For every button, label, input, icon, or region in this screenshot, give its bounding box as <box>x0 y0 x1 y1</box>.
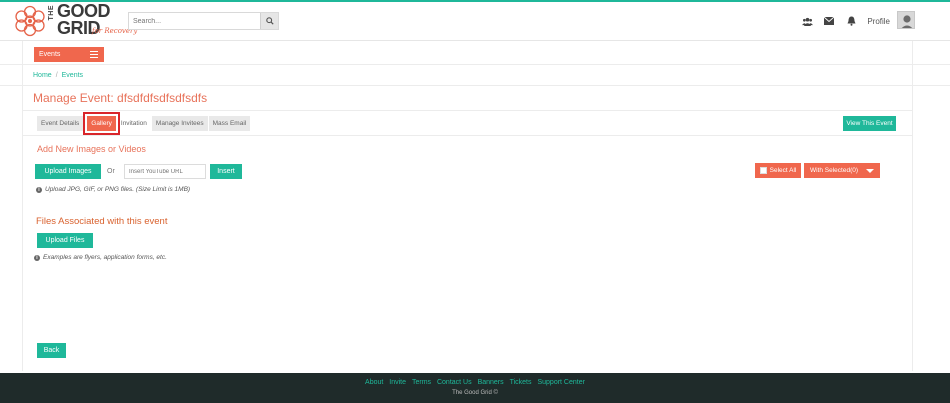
divider <box>23 110 912 111</box>
right-border <box>912 41 913 371</box>
insert-button[interactable]: Insert <box>210 164 242 179</box>
hamburger-icon <box>90 51 98 58</box>
tab-mass-email[interactable]: Mass Email <box>208 116 251 131</box>
footer-link-support[interactable]: Support Center <box>537 379 584 386</box>
footer-links: About Invite Terms Contact Us Banners Ti… <box>0 379 950 386</box>
event-tabs: Event Details Gallery Invitation Manage … <box>37 112 251 135</box>
events-menu-button[interactable]: Events <box>34 47 104 62</box>
footer-link-invite[interactable]: Invite <box>389 379 406 386</box>
breadcrumb-events[interactable]: Events <box>62 72 83 79</box>
youtube-url-input[interactable] <box>124 164 206 179</box>
header-accent-bar <box>0 0 950 2</box>
site-logo[interactable]: THE GOOD GRID for Recovery <box>12 2 137 39</box>
info-icon: i <box>36 186 42 193</box>
tab-invitation[interactable]: Invitation <box>119 116 151 131</box>
users-icon[interactable] <box>801 15 813 27</box>
breadcrumb-row: Home / Events <box>0 66 950 86</box>
upload-images-button[interactable]: Upload Images <box>35 164 101 179</box>
footer-link-terms[interactable]: Terms <box>412 379 431 386</box>
page-title: Manage Event: dfsdfdfsdfsdfsdfs <box>33 91 208 105</box>
back-button[interactable]: Back <box>37 343 66 358</box>
search-icon <box>265 17 274 25</box>
upload-images-note: i Upload JPG, GIF, or PNG files. (Size L… <box>36 186 190 193</box>
tab-gallery[interactable]: Gallery <box>83 112 120 135</box>
info-icon: i <box>34 254 40 261</box>
section-nav-row: Events <box>0 41 950 65</box>
search-box <box>128 12 279 30</box>
select-all-label: Select All <box>769 167 797 174</box>
breadcrumb: Home / Events <box>33 72 83 79</box>
footer-link-about[interactable]: About <box>365 379 383 386</box>
upload-files-note-text: Examples are flyers, application forms, … <box>43 254 167 261</box>
bell-icon[interactable] <box>845 15 857 27</box>
divider <box>23 135 912 136</box>
header-actions: Profile <box>801 12 890 30</box>
caret-down-icon <box>866 168 875 173</box>
envelope-icon[interactable] <box>823 15 835 27</box>
footer-link-contact[interactable]: Contact Us <box>437 379 472 386</box>
upload-images-note-text: Upload JPG, GIF, or PNG files. (Size Lim… <box>45 186 191 193</box>
user-avatar-icon <box>901 15 913 28</box>
or-label: Or <box>107 168 115 175</box>
files-heading: Files Associated with this event <box>36 216 168 227</box>
logo-flower-icon <box>15 5 45 37</box>
search-input[interactable] <box>129 13 260 29</box>
events-menu-label: Events <box>39 51 61 58</box>
upload-files-button[interactable]: Upload Files <box>37 233 93 248</box>
search-button[interactable] <box>260 13 278 29</box>
upload-files-note: i Examples are flyers, application forms… <box>34 254 167 261</box>
tab-event-details[interactable]: Event Details <box>37 116 84 131</box>
left-border <box>22 41 23 371</box>
footer: About Invite Terms Contact Us Banners Ti… <box>0 373 950 403</box>
with-selected-dropdown[interactable]: With Selected(0) <box>804 163 880 178</box>
logo-the-text: THE <box>48 5 55 21</box>
view-this-event-button[interactable]: View This Event <box>843 116 896 131</box>
footer-link-banners[interactable]: Banners <box>478 379 504 386</box>
copyright: The Good Grid © <box>452 390 498 396</box>
with-selected-label: With Selected(0) <box>809 167 859 174</box>
tab-manage-invitees[interactable]: Manage Invitees <box>151 116 208 131</box>
breadcrumb-home[interactable]: Home <box>33 72 52 79</box>
media-heading: Add New Images or Videos <box>37 144 146 154</box>
select-all-button[interactable]: Select All <box>755 163 801 178</box>
checkbox-icon <box>759 167 767 174</box>
breadcrumb-separator: / <box>55 72 58 79</box>
top-header: THE GOOD GRID for Recovery Search... Pro… <box>0 0 950 41</box>
profile-link[interactable]: Profile <box>867 17 890 26</box>
avatar[interactable] <box>897 11 915 29</box>
footer-link-tickets[interactable]: Tickets <box>510 379 532 386</box>
